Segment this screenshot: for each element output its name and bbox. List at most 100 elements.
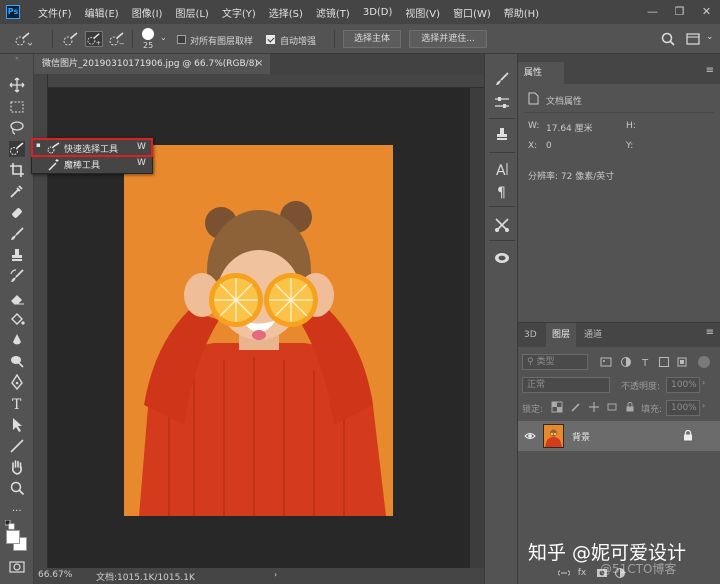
menu-image[interactable]: 图像(I) bbox=[132, 5, 163, 20]
auto-enhance-checkbox[interactable] bbox=[266, 35, 275, 44]
tab-layers[interactable]: 图层 bbox=[546, 323, 577, 347]
add-to-selection-icon[interactable]: + bbox=[85, 31, 103, 47]
tab-close-icon[interactable]: × bbox=[255, 54, 263, 74]
x-value[interactable]: 0 bbox=[546, 141, 552, 151]
tab-channels[interactable]: 通道 bbox=[578, 323, 608, 347]
menu-file[interactable]: 文件(F) bbox=[38, 5, 72, 20]
menu-window[interactable]: 窗口(W) bbox=[453, 5, 491, 20]
filter-pixel-icon[interactable] bbox=[600, 356, 612, 368]
hand-tool-icon[interactable] bbox=[9, 459, 25, 475]
quick-selection-preset-icon[interactable] bbox=[14, 31, 32, 47]
filter-adjustment-icon[interactable] bbox=[620, 356, 632, 368]
quick-selection-tool-icon[interactable] bbox=[9, 141, 25, 157]
filter-toggle-icon[interactable] bbox=[698, 356, 710, 368]
brush-tool-icon[interactable] bbox=[9, 226, 25, 242]
type-tool-icon[interactable]: T bbox=[9, 395, 25, 411]
workspace-dropdown-icon[interactable]: ⌄ bbox=[706, 32, 714, 42]
status-bar: 66.67% 文档:1015.1K/1015.1K › bbox=[34, 568, 484, 584]
history-brush-tool-icon[interactable] bbox=[9, 268, 25, 284]
pen-tool-icon[interactable] bbox=[9, 374, 25, 390]
filter-shape-icon[interactable] bbox=[658, 356, 670, 368]
document-tab[interactable]: 微信图片_20190310171906.jpg @ 66.7%(RGB/8) bbox=[34, 54, 270, 74]
menu-type[interactable]: 文字(Y) bbox=[222, 5, 256, 20]
clone-source-icon[interactable] bbox=[493, 126, 511, 144]
adjustments-sliders-icon[interactable] bbox=[493, 94, 511, 112]
lock-pixels-icon[interactable] bbox=[570, 401, 582, 413]
opacity-input[interactable]: 100% bbox=[666, 377, 700, 393]
vertical-scrollbar[interactable] bbox=[470, 88, 484, 568]
crop-tool-icon[interactable] bbox=[9, 162, 25, 178]
paint-bucket-tool-icon[interactable] bbox=[9, 311, 25, 327]
minimize-button[interactable]: — bbox=[639, 0, 666, 24]
filter-type-icon[interactable]: T bbox=[640, 356, 652, 368]
fx-icon[interactable]: fx bbox=[576, 567, 588, 579]
eyedropper-tool-icon[interactable] bbox=[9, 183, 25, 199]
restore-button[interactable]: ❐ bbox=[666, 0, 693, 24]
tab-properties[interactable]: 属性 bbox=[518, 62, 564, 84]
properties-menu-icon[interactable]: ≡ bbox=[706, 65, 714, 76]
tool-presets-icon[interactable] bbox=[493, 216, 511, 234]
line-tool-icon[interactable] bbox=[9, 438, 25, 454]
magic-wand-tool-item[interactable]: 魔棒工具 W bbox=[33, 157, 151, 173]
layer-filter-kind[interactable]: ⚲ 类型 bbox=[522, 354, 588, 370]
menu-3d[interactable]: 3D(D) bbox=[363, 7, 393, 18]
edit-toolbar-icon[interactable]: ··· bbox=[9, 502, 25, 518]
foreground-color-swatch[interactable] bbox=[6, 530, 20, 544]
close-window-button[interactable]: ✕ bbox=[693, 0, 720, 24]
healing-brush-tool-icon[interactable] bbox=[9, 205, 25, 221]
menu-layer[interactable]: 图层(L) bbox=[175, 5, 208, 20]
quick-mask-icon[interactable] bbox=[9, 561, 25, 573]
marquee-tool-icon[interactable] bbox=[9, 99, 25, 115]
default-colors-icon[interactable] bbox=[5, 520, 15, 530]
subtract-from-selection-icon[interactable]: − bbox=[108, 31, 126, 47]
menu-select[interactable]: 选择(S) bbox=[269, 5, 303, 20]
character-panel-icon[interactable]: A bbox=[493, 160, 511, 178]
panel-collapse-icon[interactable]: » bbox=[4, 56, 30, 62]
select-and-mask-button[interactable]: 选择并遮住... bbox=[409, 30, 487, 48]
brush-settings-icon[interactable] bbox=[493, 70, 511, 88]
new-selection-icon[interactable] bbox=[62, 31, 80, 47]
menu-help[interactable]: 帮助(H) bbox=[504, 5, 539, 20]
lock-all-icon[interactable] bbox=[624, 401, 636, 413]
tab-3d[interactable]: 3D bbox=[518, 323, 543, 347]
menu-edit[interactable]: 编辑(E) bbox=[85, 5, 119, 20]
move-tool-icon[interactable] bbox=[9, 77, 25, 93]
filter-smart-object-icon[interactable] bbox=[676, 356, 688, 368]
select-subject-button[interactable]: 选择主体 bbox=[343, 30, 401, 48]
status-menu-icon[interactable]: › bbox=[274, 570, 277, 579]
sample-all-layers-checkbox[interactable] bbox=[177, 35, 186, 44]
blur-tool-icon[interactable] bbox=[9, 332, 25, 348]
fill-input[interactable]: 100% bbox=[666, 400, 700, 416]
resolution-text: 分辨率: 72 像素/英寸 bbox=[528, 172, 615, 182]
libraries-icon[interactable] bbox=[493, 248, 511, 266]
brush-preview-icon[interactable] bbox=[142, 28, 154, 40]
clone-stamp-tool-icon[interactable] bbox=[9, 247, 25, 263]
fill-dropdown-icon[interactable]: › bbox=[702, 401, 705, 410]
opacity-dropdown-icon[interactable]: › bbox=[702, 378, 705, 387]
brush-dropdown-icon[interactable]: ⌄ bbox=[160, 33, 167, 42]
layers-menu-icon[interactable]: ≡ bbox=[706, 327, 714, 338]
blend-mode-select[interactable]: 正常 bbox=[522, 377, 610, 393]
search-icon[interactable] bbox=[660, 31, 678, 47]
paragraph-panel-icon[interactable]: ¶ bbox=[493, 182, 511, 200]
lock-position-icon[interactable] bbox=[588, 401, 600, 413]
svg-text:+: + bbox=[96, 40, 101, 47]
menu-view[interactable]: 视图(V) bbox=[405, 5, 440, 20]
zoom-tool-icon[interactable] bbox=[9, 480, 25, 496]
lasso-tool-icon[interactable] bbox=[9, 120, 25, 136]
dodge-tool-icon[interactable] bbox=[9, 353, 25, 369]
eraser-tool-icon[interactable] bbox=[9, 290, 25, 306]
link-icon[interactable] bbox=[558, 567, 570, 579]
layer-row[interactable]: 背景 bbox=[518, 421, 720, 451]
lock-artboard-icon[interactable] bbox=[606, 401, 618, 413]
blog-watermark: @51CTO博客 bbox=[600, 562, 677, 576]
zoom-level[interactable]: 66.67% bbox=[38, 570, 72, 580]
path-selection-tool-icon[interactable] bbox=[9, 417, 25, 433]
x-label: X: bbox=[528, 141, 538, 151]
width-value[interactable]: 17.64 厘米 bbox=[546, 121, 593, 134]
menu-filter[interactable]: 滤镜(T) bbox=[316, 5, 350, 20]
eye-icon[interactable] bbox=[524, 430, 536, 442]
workspace-icon[interactable] bbox=[685, 31, 703, 47]
lock-transparent-icon[interactable] bbox=[551, 401, 563, 413]
document-image[interactable] bbox=[124, 145, 393, 516]
